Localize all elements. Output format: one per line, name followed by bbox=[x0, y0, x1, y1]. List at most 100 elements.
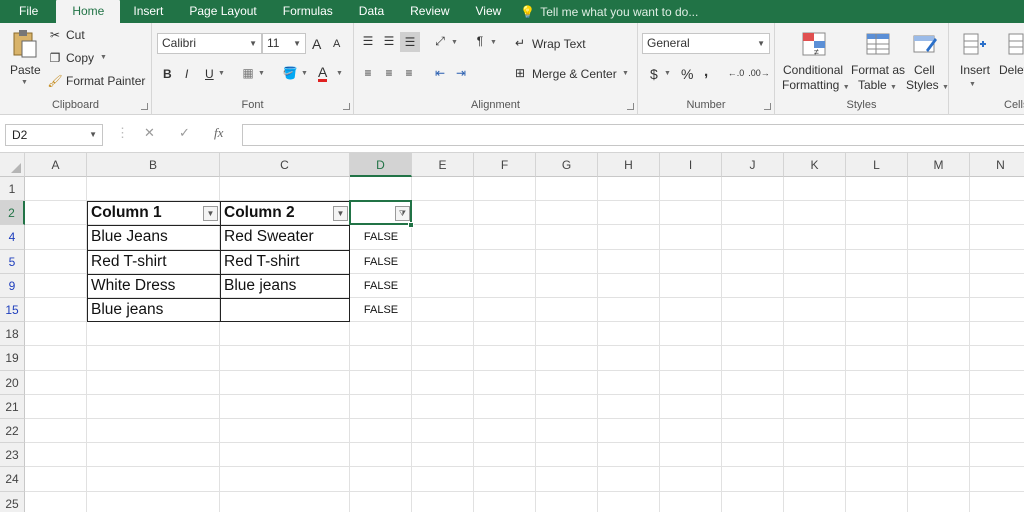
conditional-formatting-icon[interactable]: ≠ bbox=[799, 29, 829, 59]
insert-cells-icon[interactable] bbox=[959, 29, 989, 59]
select-all-button[interactable] bbox=[0, 153, 25, 177]
text-direction-icon[interactable]: ¶ bbox=[471, 32, 489, 50]
number-launcher-icon[interactable] bbox=[764, 103, 771, 110]
direction-dropdown-icon[interactable]: ▼ bbox=[490, 39, 497, 46]
column-header-g[interactable]: G bbox=[536, 153, 598, 177]
tell-me-box[interactable]: 💡 Tell me what you want to do... bbox=[520, 5, 698, 19]
border-icon[interactable]: ▦ bbox=[240, 65, 256, 81]
currency-dropdown-icon[interactable]: ▼ bbox=[664, 70, 671, 77]
cancel-icon[interactable]: ✕ bbox=[144, 125, 155, 141]
cell-label[interactable]: Cell bbox=[914, 63, 935, 77]
column-header-l[interactable]: L bbox=[846, 153, 908, 177]
column-header-n[interactable]: N bbox=[970, 153, 1024, 177]
name-box[interactable]: D2 ▼ bbox=[5, 124, 103, 146]
row-header-22[interactable]: 22 bbox=[0, 419, 25, 444]
clipboard-launcher-icon[interactable] bbox=[141, 103, 148, 110]
paste-dropdown-icon[interactable]: ▼ bbox=[21, 79, 28, 86]
formula-input[interactable] bbox=[242, 124, 1024, 146]
tab-file[interactable]: File bbox=[0, 0, 56, 23]
paste-icon[interactable] bbox=[8, 29, 42, 59]
column-header-e[interactable]: E bbox=[412, 153, 474, 177]
row-header-9[interactable]: 9 bbox=[0, 273, 25, 298]
orientation-icon[interactable]: ⤢ bbox=[431, 32, 449, 50]
wrap-text-icon[interactable]: ↵ bbox=[512, 35, 528, 51]
column-header-i[interactable]: I bbox=[660, 153, 722, 177]
italic-button[interactable]: I bbox=[185, 67, 188, 81]
cell-b1[interactable] bbox=[87, 177, 220, 201]
decrease-decimal-icon[interactable]: .00→ bbox=[748, 65, 770, 81]
align-right-icon[interactable]: ≡ bbox=[400, 64, 418, 82]
align-middle-icon[interactable]: ☰ bbox=[380, 32, 398, 50]
row-header-25[interactable]: 25 bbox=[0, 491, 25, 512]
border-dropdown-icon[interactable]: ▼ bbox=[258, 70, 265, 77]
row-header-18[interactable]: 18 bbox=[0, 322, 25, 347]
column-header-k[interactable]: K bbox=[784, 153, 846, 177]
enter-icon[interactable]: ✓ bbox=[179, 125, 190, 141]
shrink-font-button[interactable]: A bbox=[333, 38, 340, 50]
column-header-f[interactable]: F bbox=[474, 153, 536, 177]
tab-page-layout[interactable]: Page Layout bbox=[176, 0, 269, 23]
increase-decimal-icon[interactable]: ←.0 bbox=[726, 65, 746, 81]
row-header-23[interactable]: 23 bbox=[0, 443, 25, 468]
align-bottom-icon[interactable]: ☰ bbox=[400, 32, 420, 52]
column-header-c[interactable]: C bbox=[220, 153, 350, 177]
row-header-15[interactable]: 15 bbox=[0, 298, 25, 323]
merge-center-icon[interactable]: ⊞ bbox=[512, 65, 528, 81]
currency-button[interactable]: $ bbox=[650, 66, 658, 82]
tab-formulas[interactable]: Formulas bbox=[270, 0, 346, 23]
insert-button[interactable]: Insert bbox=[960, 63, 990, 77]
cell-d1[interactable] bbox=[350, 177, 412, 201]
decrease-indent-icon[interactable]: ⇤ bbox=[431, 64, 449, 82]
alignment-launcher-icon[interactable] bbox=[627, 103, 634, 110]
insert-dropdown-icon[interactable]: ▼ bbox=[969, 81, 976, 88]
tab-insert[interactable]: Insert bbox=[120, 0, 176, 23]
format-painter-button[interactable]: Format Painter bbox=[66, 74, 145, 88]
column-header-j[interactable]: J bbox=[722, 153, 784, 177]
wrap-text-button[interactable]: Wrap Text bbox=[532, 37, 586, 51]
filter-dropdown-icon[interactable]: ▼ bbox=[333, 206, 348, 222]
conditional-formatting-button[interactable]: Formatting ▼ bbox=[782, 78, 850, 92]
row-header-19[interactable]: 19 bbox=[0, 346, 25, 371]
underline-button[interactable]: U bbox=[205, 67, 214, 81]
format-as-table-button[interactable]: Table ▼ bbox=[858, 78, 897, 92]
delete-cells-icon[interactable] bbox=[1005, 29, 1024, 59]
underline-dropdown-icon[interactable]: ▼ bbox=[218, 70, 225, 77]
cut-button[interactable]: Cut bbox=[66, 28, 85, 42]
filter-dropdown-icon[interactable]: ▼ bbox=[203, 206, 218, 222]
fill-color-icon[interactable]: 🪣 bbox=[281, 64, 299, 82]
row-header-20[interactable]: 20 bbox=[0, 370, 25, 395]
column-header-b[interactable]: B bbox=[87, 153, 220, 177]
paste-button[interactable]: Paste bbox=[10, 63, 41, 77]
cut-icon[interactable]: ✂ bbox=[47, 27, 63, 43]
grow-font-button[interactable]: A bbox=[312, 36, 321, 52]
row-header-21[interactable]: 21 bbox=[0, 394, 25, 419]
copy-button[interactable]: Copy bbox=[66, 51, 94, 65]
tab-data[interactable]: Data bbox=[346, 0, 397, 23]
fill-handle[interactable] bbox=[408, 222, 414, 229]
font-size-select[interactable]: 11 ▼ bbox=[262, 33, 306, 54]
insert-function-icon[interactable]: fx bbox=[214, 125, 223, 141]
delete-button[interactable]: Delet bbox=[999, 63, 1024, 77]
increase-indent-icon[interactable]: ⇥ bbox=[452, 64, 470, 82]
cell-styles-button[interactable]: Styles ▼ bbox=[906, 78, 949, 92]
fill-dropdown-icon[interactable]: ▼ bbox=[301, 70, 308, 77]
format-painter-icon[interactable]: 🖌 bbox=[47, 73, 63, 89]
font-color-dropdown-icon[interactable]: ▼ bbox=[336, 70, 343, 77]
format-as-table-icon[interactable] bbox=[863, 29, 893, 59]
tab-home[interactable]: Home bbox=[56, 0, 121, 23]
copy-dropdown-icon[interactable]: ▼ bbox=[100, 54, 107, 61]
font-name-select[interactable]: Calibri ▼ bbox=[157, 33, 262, 54]
conditional-formatting-label[interactable]: Conditional bbox=[783, 63, 843, 77]
orientation-dropdown-icon[interactable]: ▼ bbox=[451, 39, 458, 46]
row-header-1[interactable]: 1 bbox=[0, 177, 25, 202]
number-format-select[interactable]: General ▼ bbox=[642, 33, 770, 54]
comma-button[interactable]: , bbox=[704, 63, 708, 80]
cell-d15[interactable]: FALSE bbox=[350, 298, 412, 322]
format-as-label[interactable]: Format as bbox=[851, 63, 905, 77]
cell-d9[interactable]: FALSE bbox=[350, 274, 412, 298]
font-color-button[interactable]: A bbox=[318, 65, 328, 82]
column-header-a[interactable]: A bbox=[25, 153, 87, 177]
row-header-24[interactable]: 24 bbox=[0, 467, 25, 492]
cell-d5[interactable]: FALSE bbox=[350, 250, 412, 274]
cell-c1[interactable] bbox=[220, 177, 350, 201]
